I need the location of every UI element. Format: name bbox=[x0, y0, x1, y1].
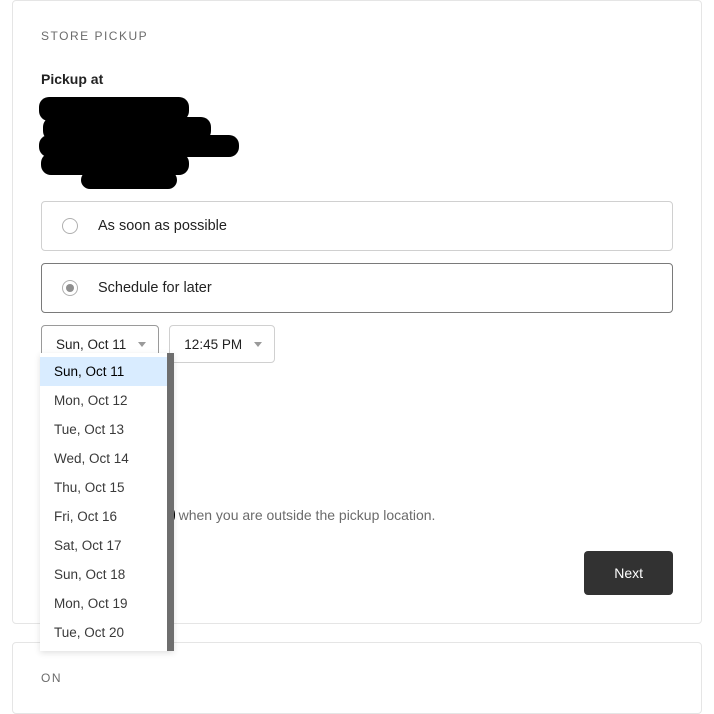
next-section-title-partial: ON bbox=[41, 671, 673, 685]
chevron-down-icon bbox=[138, 342, 146, 347]
time-select[interactable]: 12:45 PM bbox=[169, 325, 275, 363]
date-option[interactable]: Sat, Oct 17 bbox=[40, 531, 167, 560]
option-label: As soon as possible bbox=[98, 218, 227, 234]
radio-inner-dot bbox=[66, 284, 74, 292]
radio-unselected-icon bbox=[62, 218, 78, 234]
radio-selected-icon bbox=[62, 280, 78, 296]
date-select-value: Sun, Oct 11 bbox=[56, 337, 126, 352]
date-dropdown: Sun, Oct 11 Mon, Oct 12 Tue, Oct 13 Wed,… bbox=[40, 353, 174, 651]
option-label: Schedule for later bbox=[98, 280, 212, 296]
pickup-at-label: Pickup at bbox=[41, 71, 673, 87]
date-option[interactable]: Wed, Oct 14 bbox=[40, 444, 167, 473]
instructions-suffix: when you are outside the pickup location… bbox=[179, 507, 436, 523]
address-redacted bbox=[41, 97, 673, 185]
date-option[interactable]: Fri, Oct 16 bbox=[40, 502, 167, 531]
redaction-bar bbox=[81, 171, 177, 189]
date-dropdown-list: Sun, Oct 11 Mon, Oct 12 Tue, Oct 13 Wed,… bbox=[40, 353, 167, 651]
date-option[interactable]: Tue, Oct 13 bbox=[40, 415, 167, 444]
date-option[interactable]: Mon, Oct 12 bbox=[40, 386, 167, 415]
section-title: STORE PICKUP bbox=[41, 29, 673, 43]
date-option[interactable]: Thu, Oct 15 bbox=[40, 473, 167, 502]
option-schedule-later[interactable]: Schedule for later bbox=[41, 263, 673, 313]
date-option[interactable]: Tue, Oct 20 bbox=[40, 618, 167, 647]
date-option[interactable]: Sun, Oct 18 bbox=[40, 560, 167, 589]
option-asap[interactable]: As soon as possible bbox=[41, 201, 673, 251]
next-section-card: ON bbox=[12, 642, 702, 714]
time-select-value: 12:45 PM bbox=[184, 337, 242, 352]
date-option[interactable]: Sun, Oct 11 bbox=[40, 357, 167, 386]
date-option[interactable]: Mon, Oct 19 bbox=[40, 589, 167, 618]
scrollbar[interactable] bbox=[167, 353, 174, 651]
chevron-down-icon bbox=[254, 342, 262, 347]
next-button[interactable]: Next bbox=[584, 551, 673, 595]
